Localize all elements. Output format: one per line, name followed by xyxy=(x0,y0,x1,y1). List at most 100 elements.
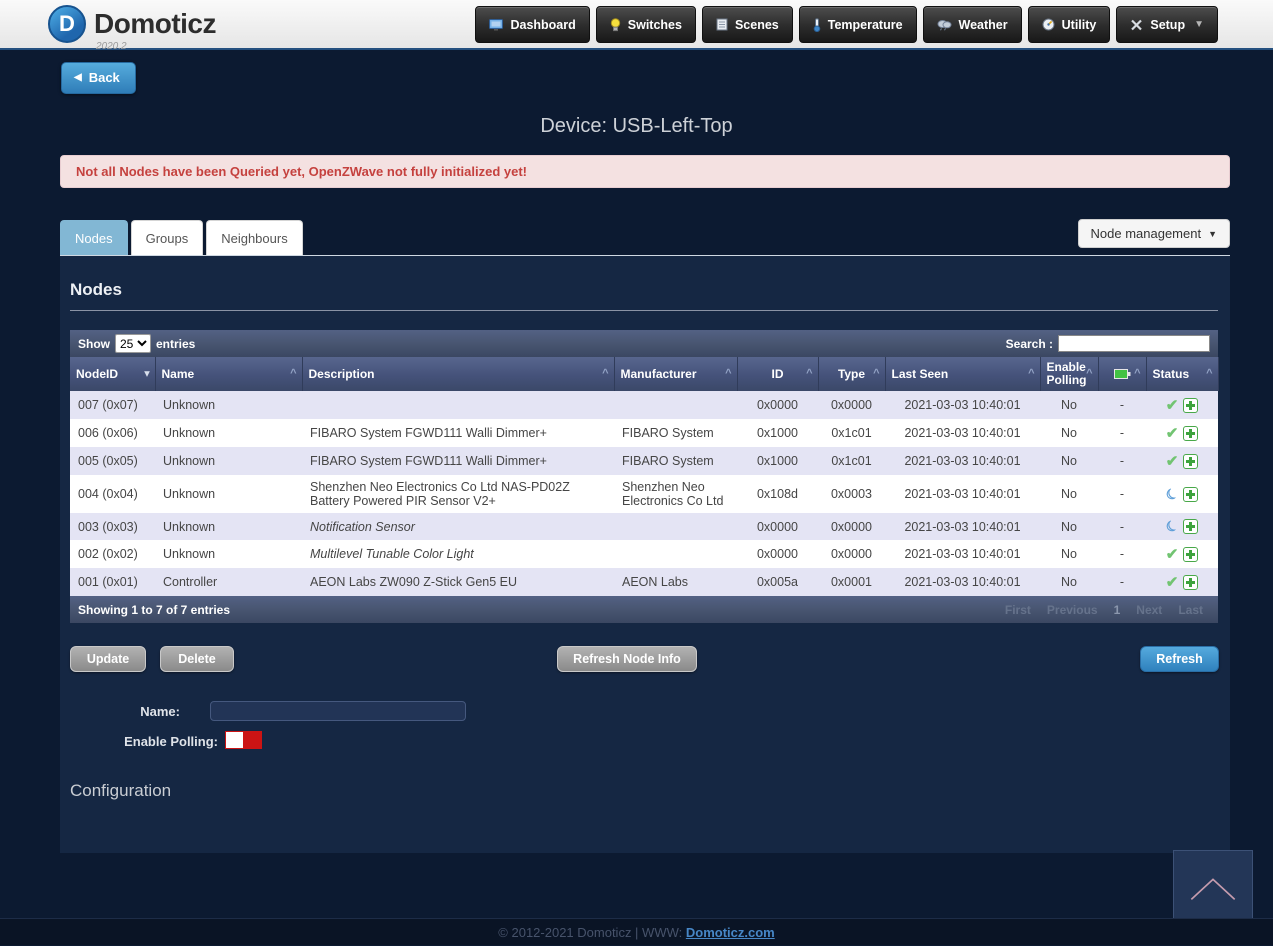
col-header-description[interactable]: Description^ xyxy=(302,357,614,391)
col-header-status[interactable]: Status^ xyxy=(1146,357,1218,391)
node-status-icon: ✔ xyxy=(1166,545,1179,563)
warning-banner: Not all Nodes have been Queried yet, Ope… xyxy=(60,155,1230,188)
page-length-select[interactable]: 25 xyxy=(115,334,151,353)
nodes-table: Show 25 entries Search : xyxy=(70,330,1218,623)
table-header-row: NodeID▾ Name^ Description^ Manufacturer^… xyxy=(70,357,1218,391)
col-header-name[interactable]: Name^ xyxy=(155,357,302,391)
refresh-node-info-button[interactable]: Refresh Node Info xyxy=(557,646,697,672)
logo-version: 2020.2 xyxy=(96,41,127,52)
back-button[interactable]: ◀ Back xyxy=(61,62,136,94)
page-title: Device: USB-Left-Top xyxy=(0,115,1273,138)
tab-nodes[interactable]: Nodes xyxy=(60,220,128,255)
temperature-icon xyxy=(813,18,821,32)
nav-temperature[interactable]: Temperature xyxy=(799,6,917,43)
logo-text: Domoticz xyxy=(94,5,216,43)
setup-icon xyxy=(1130,19,1143,31)
table-row[interactable]: 005 (0x05)Unknown FIBARO System FGWD111 … xyxy=(70,447,1218,475)
page-first[interactable]: First xyxy=(998,603,1038,617)
chevron-up-icon xyxy=(1178,861,1248,911)
nav-dashboard[interactable]: Dashboard xyxy=(475,6,589,43)
table-info: Showing 1 to 7 of 7 entries xyxy=(78,603,230,617)
col-header-id[interactable]: ID^ xyxy=(737,357,818,391)
name-label: Name: xyxy=(60,704,180,719)
table-row[interactable]: 002 (0x02)Unknown Multilevel Tunable Col… xyxy=(70,540,1218,568)
node-add-info-icon[interactable] xyxy=(1183,575,1198,590)
col-header-manufacturer[interactable]: Manufacturer^ xyxy=(614,357,737,391)
node-status-icon: ☾ xyxy=(1162,484,1181,505)
node-management-dropdown[interactable]: Node management ▼ xyxy=(1078,219,1231,248)
chevron-down-icon: ▼ xyxy=(1194,19,1204,30)
col-header-battery[interactable]: ^ xyxy=(1098,357,1146,391)
domoticz-logo[interactable]: D Domoticz 2020.2 xyxy=(48,5,216,43)
page-1[interactable]: 1 xyxy=(1107,603,1128,617)
nav-weather[interactable]: Weather xyxy=(923,6,1022,43)
node-add-info-icon[interactable] xyxy=(1183,547,1198,562)
domoticz-page: D Domoticz 2020.2 Dashboard Switches Sce… xyxy=(0,0,1273,945)
update-button[interactable]: Update xyxy=(70,646,146,672)
sort-asc-icon: ^ xyxy=(1028,368,1034,381)
nav-scenes[interactable]: Scenes xyxy=(702,6,793,43)
refresh-button[interactable]: Refresh xyxy=(1140,646,1219,672)
enable-polling-label: Enable Polling: xyxy=(60,734,218,749)
col-header-lastseen[interactable]: Last Seen^ xyxy=(885,357,1040,391)
table-row[interactable]: 006 (0x06)Unknown FIBARO System FGWD111 … xyxy=(70,419,1218,447)
sort-asc-icon: ^ xyxy=(725,368,731,381)
battery-icon xyxy=(1114,369,1131,379)
sort-asc-icon: ^ xyxy=(602,368,608,381)
switches-icon xyxy=(610,18,621,32)
scenes-icon xyxy=(716,18,728,31)
tab-bar: Nodes Groups Neighbours Node management … xyxy=(60,218,1230,256)
search-input[interactable] xyxy=(1058,335,1210,352)
table-row[interactable]: 001 (0x01)Controller AEON Labs ZW090 Z-S… xyxy=(70,568,1218,596)
tab-neighbours[interactable]: Neighbours xyxy=(206,220,303,255)
nodes-panel: Nodes Show 25 entries Search : xyxy=(60,256,1230,853)
main-nav: Dashboard Switches Scenes Temperature We… xyxy=(475,6,1218,43)
nav-switches[interactable]: Switches xyxy=(596,6,696,43)
node-add-info-icon[interactable] xyxy=(1183,454,1198,469)
search-label: Search : xyxy=(1006,337,1053,351)
show-label: Show xyxy=(78,337,110,351)
node-status-icon: ☾ xyxy=(1162,516,1181,537)
enable-polling-toggle[interactable] xyxy=(225,731,262,749)
node-add-info-icon[interactable] xyxy=(1183,398,1198,413)
node-status-icon: ✔ xyxy=(1166,573,1179,591)
utility-icon xyxy=(1042,18,1055,31)
sort-desc-icon: ▾ xyxy=(144,368,149,381)
node-add-info-icon[interactable] xyxy=(1183,487,1198,502)
table-row[interactable]: 003 (0x03)Unknown Notification Sensor 0x… xyxy=(70,513,1218,540)
section-title: Nodes xyxy=(70,280,1218,311)
node-status-icon: ✔ xyxy=(1166,424,1179,442)
sort-asc-icon: ^ xyxy=(873,368,879,381)
nav-setup[interactable]: Setup ▼ xyxy=(1116,6,1218,43)
table-controls-bar: Show 25 entries Search : xyxy=(70,330,1218,357)
domoticz-link[interactable]: Domoticz.com xyxy=(686,925,775,940)
pagination: First Previous 1 Next Last xyxy=(998,603,1210,617)
col-header-type[interactable]: Type^ xyxy=(818,357,885,391)
node-status-icon: ✔ xyxy=(1166,452,1179,470)
nav-utility[interactable]: Utility xyxy=(1028,6,1111,43)
scroll-to-top-button[interactable] xyxy=(1173,850,1253,921)
col-header-polling[interactable]: Enable Polling^ xyxy=(1040,357,1098,391)
node-add-info-icon[interactable] xyxy=(1183,519,1198,534)
sort-asc-icon: ^ xyxy=(1206,368,1212,381)
toggle-knob xyxy=(226,732,243,748)
table-row[interactable]: 004 (0x04)Unknown Shenzhen Neo Electroni… xyxy=(70,475,1218,513)
weather-icon xyxy=(937,18,952,31)
top-navbar: D Domoticz 2020.2 Dashboard Switches Sce… xyxy=(0,0,1273,50)
domoticz-logo-icon: D xyxy=(48,5,86,43)
col-header-nodeid[interactable]: NodeID▾ xyxy=(70,357,155,391)
table-info-bar: Showing 1 to 7 of 7 entries First Previo… xyxy=(70,596,1218,623)
page-next[interactable]: Next xyxy=(1129,603,1169,617)
back-arrow-icon: ◀ xyxy=(74,72,82,83)
node-name-input[interactable] xyxy=(210,701,466,721)
page-last[interactable]: Last xyxy=(1171,603,1210,617)
sort-asc-icon: ^ xyxy=(290,368,296,381)
tab-groups[interactable]: Groups xyxy=(131,220,204,255)
page-footer: © 2012-2021 Domoticz | WWW: Domoticz.com xyxy=(0,918,1273,945)
node-add-info-icon[interactable] xyxy=(1183,426,1198,441)
delete-button[interactable]: Delete xyxy=(160,646,234,672)
page-previous[interactable]: Previous xyxy=(1040,603,1105,617)
chevron-down-icon: ▼ xyxy=(1208,229,1217,239)
table-row[interactable]: 007 (0x07)Unknown 0x00000x0000 2021-03-0… xyxy=(70,391,1218,419)
sort-asc-icon: ^ xyxy=(806,368,812,381)
